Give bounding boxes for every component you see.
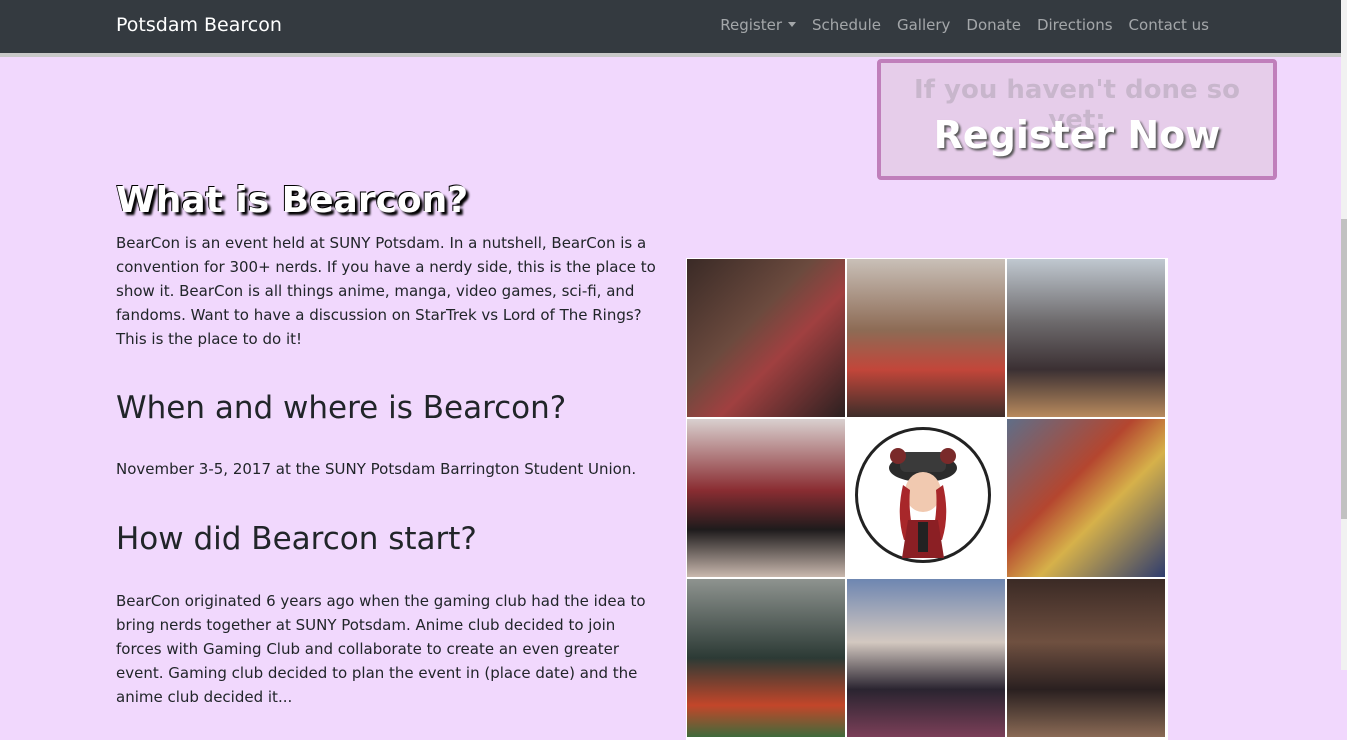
nav-item-schedule[interactable]: Schedule [804, 16, 889, 34]
nav-item-contact-us[interactable]: Contact us [1121, 16, 1217, 34]
when-where-heading: When and where is Bearcon? [116, 390, 567, 426]
photo-crowd [847, 579, 1005, 737]
how-start-paragraph: BearCon originated 6 years ago when the … [116, 592, 646, 706]
photo-merch-table [1007, 419, 1165, 577]
mascot-logo-image [847, 419, 1005, 577]
page-scrollbar[interactable] [1341, 0, 1347, 670]
register-now-link[interactable]: Register Now [881, 113, 1273, 157]
mascot-circle [855, 427, 991, 563]
brand-link[interactable]: Potsdam Bearcon [116, 14, 282, 36]
photo-cosplayers [687, 419, 845, 577]
when-where-paragraph: November 3-5, 2017 at the SUNY Potsdam B… [116, 460, 637, 478]
nav-item-donate[interactable]: Donate [958, 16, 1029, 34]
register-callout[interactable]: If you haven't done so yet: Register Now [877, 59, 1277, 180]
nav-menu: Register Schedule Gallery Donate Directi… [712, 16, 1217, 34]
nav-item-gallery[interactable]: Gallery [889, 16, 958, 34]
mascot-illustration [889, 448, 957, 558]
top-navbar: Potsdam Bearcon Register Schedule Galler… [0, 0, 1341, 57]
photo-gaming-setup [687, 579, 845, 737]
photo-cosplay-group [1007, 259, 1165, 417]
how-start-heading: How did Bearcon start? [116, 521, 477, 557]
caret-down-icon [788, 22, 797, 27]
photo-collage [686, 258, 1168, 740]
photo-group-night [1007, 579, 1165, 737]
nav-item-directions[interactable]: Directions [1029, 16, 1121, 34]
nav-item-register[interactable]: Register [712, 16, 804, 34]
photo-vendor-table [847, 259, 1005, 417]
scrollbar-thumb[interactable] [1341, 219, 1347, 519]
what-is-paragraph: BearCon is an event held at SUNY Potsdam… [116, 234, 656, 348]
photo-party-dance [687, 259, 845, 417]
what-is-heading: What is Bearcon? [116, 180, 469, 221]
